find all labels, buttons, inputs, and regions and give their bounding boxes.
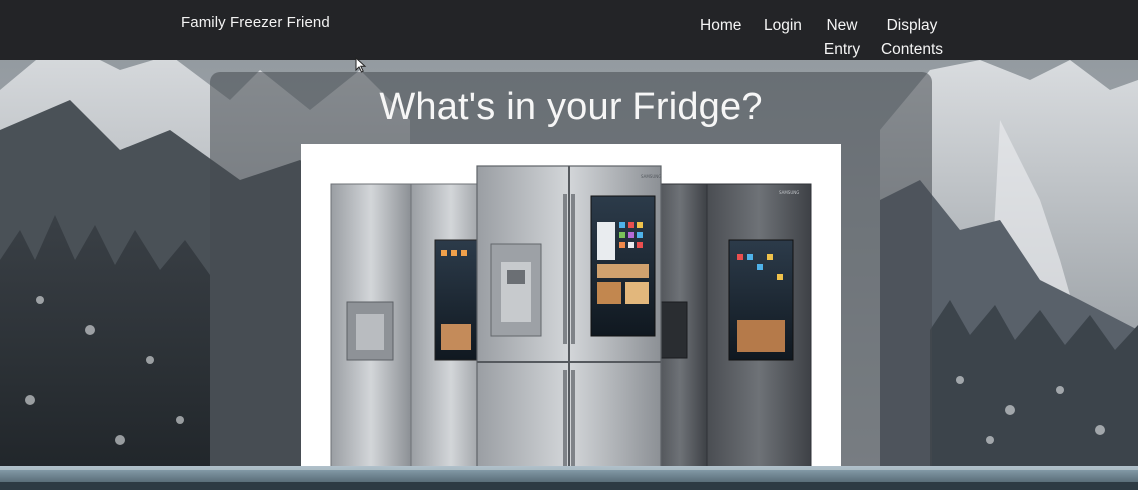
cursor-arrow-icon	[355, 57, 367, 73]
nav-link-new-entry-line2: Entry	[823, 41, 861, 58]
fridge-illustration: SAMSUNG SAMSUNG	[330, 165, 812, 468]
brand-title[interactable]: Family Freezer Friend	[181, 14, 330, 31]
lake-water-strip	[0, 466, 1138, 490]
page-title: What's in your Fridge?	[379, 86, 763, 128]
nav-link-new-entry-line1: New	[826, 17, 858, 34]
fridge-brand-label-right: SAMSUNG	[779, 190, 799, 195]
content-card: What's in your Fridge? SAMSUNG SAMSUNG	[210, 72, 932, 474]
nav-link-home[interactable]: Home	[700, 14, 741, 38]
nav-link-new-entry[interactable]: New Entry	[818, 14, 866, 62]
top-navbar: Family Freezer Friend Home Login New Ent…	[0, 0, 1138, 60]
nav-link-display-contents-line2: Contents	[880, 41, 944, 58]
nav-link-display-contents[interactable]: Display Contents	[880, 14, 944, 62]
fridge-brand-label-center: SAMSUNG	[641, 174, 661, 179]
fridge-image: SAMSUNG SAMSUNG	[301, 144, 841, 468]
nav-link-display-contents-line1: Display	[886, 17, 938, 34]
nav-link-login[interactable]: Login	[764, 14, 802, 38]
